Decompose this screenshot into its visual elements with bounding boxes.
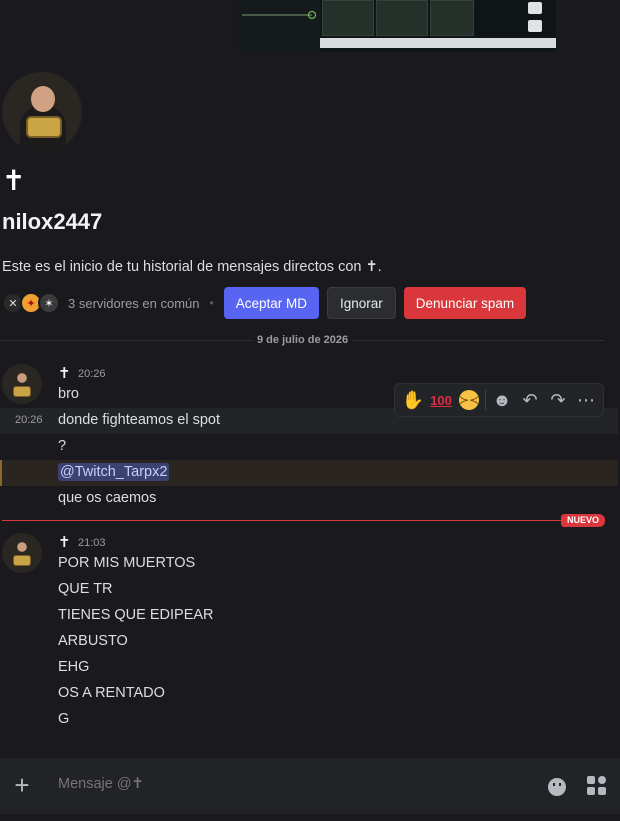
forward-button[interactable]: ↷	[544, 385, 572, 415]
reaction-raised-hand[interactable]: ✋	[399, 385, 427, 415]
reply-icon: ↶	[522, 389, 538, 410]
mutual-servers-row: ✕ ✦ ✶ 3 servidores en común • Aceptar MD…	[2, 287, 534, 319]
message-avatar[interactable]	[2, 364, 42, 404]
reply-button[interactable]: ↶	[516, 385, 544, 415]
date-divider-label: 9 de julio de 2026	[253, 334, 353, 346]
embed-tile	[322, 0, 374, 36]
profile-username: nilox2447	[2, 209, 103, 234]
message-author[interactable]: ✝	[58, 533, 71, 551]
message-line: OS A RENTADO	[58, 685, 165, 701]
toolbar-divider	[485, 390, 486, 410]
message-line: POR MIS MUERTOS	[58, 555, 196, 571]
separator-dot: •	[209, 296, 214, 310]
more-options-button[interactable]: ⋯	[572, 385, 600, 415]
message-line: que os caemos	[58, 490, 157, 506]
message-line: bro	[58, 386, 79, 402]
message-line: donde fighteamos el spot	[58, 412, 221, 428]
message-action-toolbar: ✋ 100 ≻≺ ☻ ↶ ↷ ⋯	[394, 383, 604, 417]
reaction-hundred[interactable]: 100	[427, 385, 455, 415]
hundred-points-icon: 100	[430, 392, 452, 408]
embed-side-icon	[528, 20, 542, 32]
message-author[interactable]: ✝	[58, 364, 71, 382]
avatar-belt	[26, 116, 62, 138]
apps-icon-square	[587, 787, 595, 795]
ignore-button[interactable]: Ignorar	[327, 287, 396, 319]
embed-side-icon	[528, 2, 542, 14]
mutual-server-icons[interactable]: ✕ ✦ ✶	[2, 292, 60, 314]
embed-slider-knob	[308, 11, 316, 19]
apps-icon-square	[598, 787, 606, 795]
message-line: @Twitch_Tarpx2	[58, 463, 170, 481]
server-icon[interactable]: ✶	[38, 292, 60, 314]
ellipsis-icon: ⋯	[577, 389, 595, 410]
emoji-button-icon[interactable]	[548, 778, 566, 796]
embed-slider	[242, 14, 312, 16]
accept-dm-button[interactable]: Aceptar MD	[223, 287, 319, 319]
embed-panel	[238, 0, 320, 52]
embed-tile	[376, 0, 428, 36]
forward-icon: ↷	[550, 389, 566, 410]
message-timestamp: 20:26	[78, 368, 106, 380]
avatar-belt	[13, 555, 31, 566]
apps-icon[interactable]	[587, 776, 607, 796]
message-timestamp: 21:03	[78, 537, 106, 549]
message-line: TIENES QUE EDIPEAR	[58, 607, 214, 623]
apps-icon-square	[587, 776, 595, 784]
laughing-face-icon: ≻≺	[459, 390, 479, 410]
profile-display-name: ✝	[2, 164, 26, 197]
dm-intro-text: Este es el inicio de tu historial de men…	[2, 259, 382, 275]
message-avatar[interactable]	[2, 533, 42, 573]
embed-taskbar	[320, 38, 556, 48]
apps-icon-square	[598, 776, 606, 784]
message-hover-timestamp: 20:26	[15, 414, 43, 426]
new-messages-divider	[2, 520, 602, 521]
user-mention[interactable]: @Twitch_Tarpx2	[58, 463, 170, 481]
message-line: QUE TR	[58, 581, 113, 597]
message-line: ?	[58, 438, 67, 454]
embedded-screenshot[interactable]	[238, 0, 556, 52]
reaction-laugh[interactable]: ≻≺	[455, 385, 483, 415]
message-line: EHG	[58, 659, 90, 675]
message-line: ARBUSTO	[58, 633, 128, 649]
emoji-picker-icon: ☻	[492, 389, 512, 410]
avatar-belt	[13, 386, 31, 397]
raised-hand-icon: ✋	[401, 389, 425, 410]
add-reaction-button[interactable]: ☻	[488, 385, 516, 415]
message-input[interactable]	[58, 776, 498, 792]
mutual-servers-text[interactable]: 3 servidores en común	[68, 296, 200, 311]
embed-tile	[430, 0, 474, 36]
avatar-face	[31, 86, 55, 112]
attach-plus-icon[interactable]: +	[10, 772, 34, 798]
new-messages-badge: NUEVO	[561, 514, 606, 527]
message-line: G	[58, 711, 70, 727]
profile-avatar[interactable]	[2, 72, 82, 152]
report-spam-button[interactable]: Denunciar spam	[403, 287, 527, 319]
